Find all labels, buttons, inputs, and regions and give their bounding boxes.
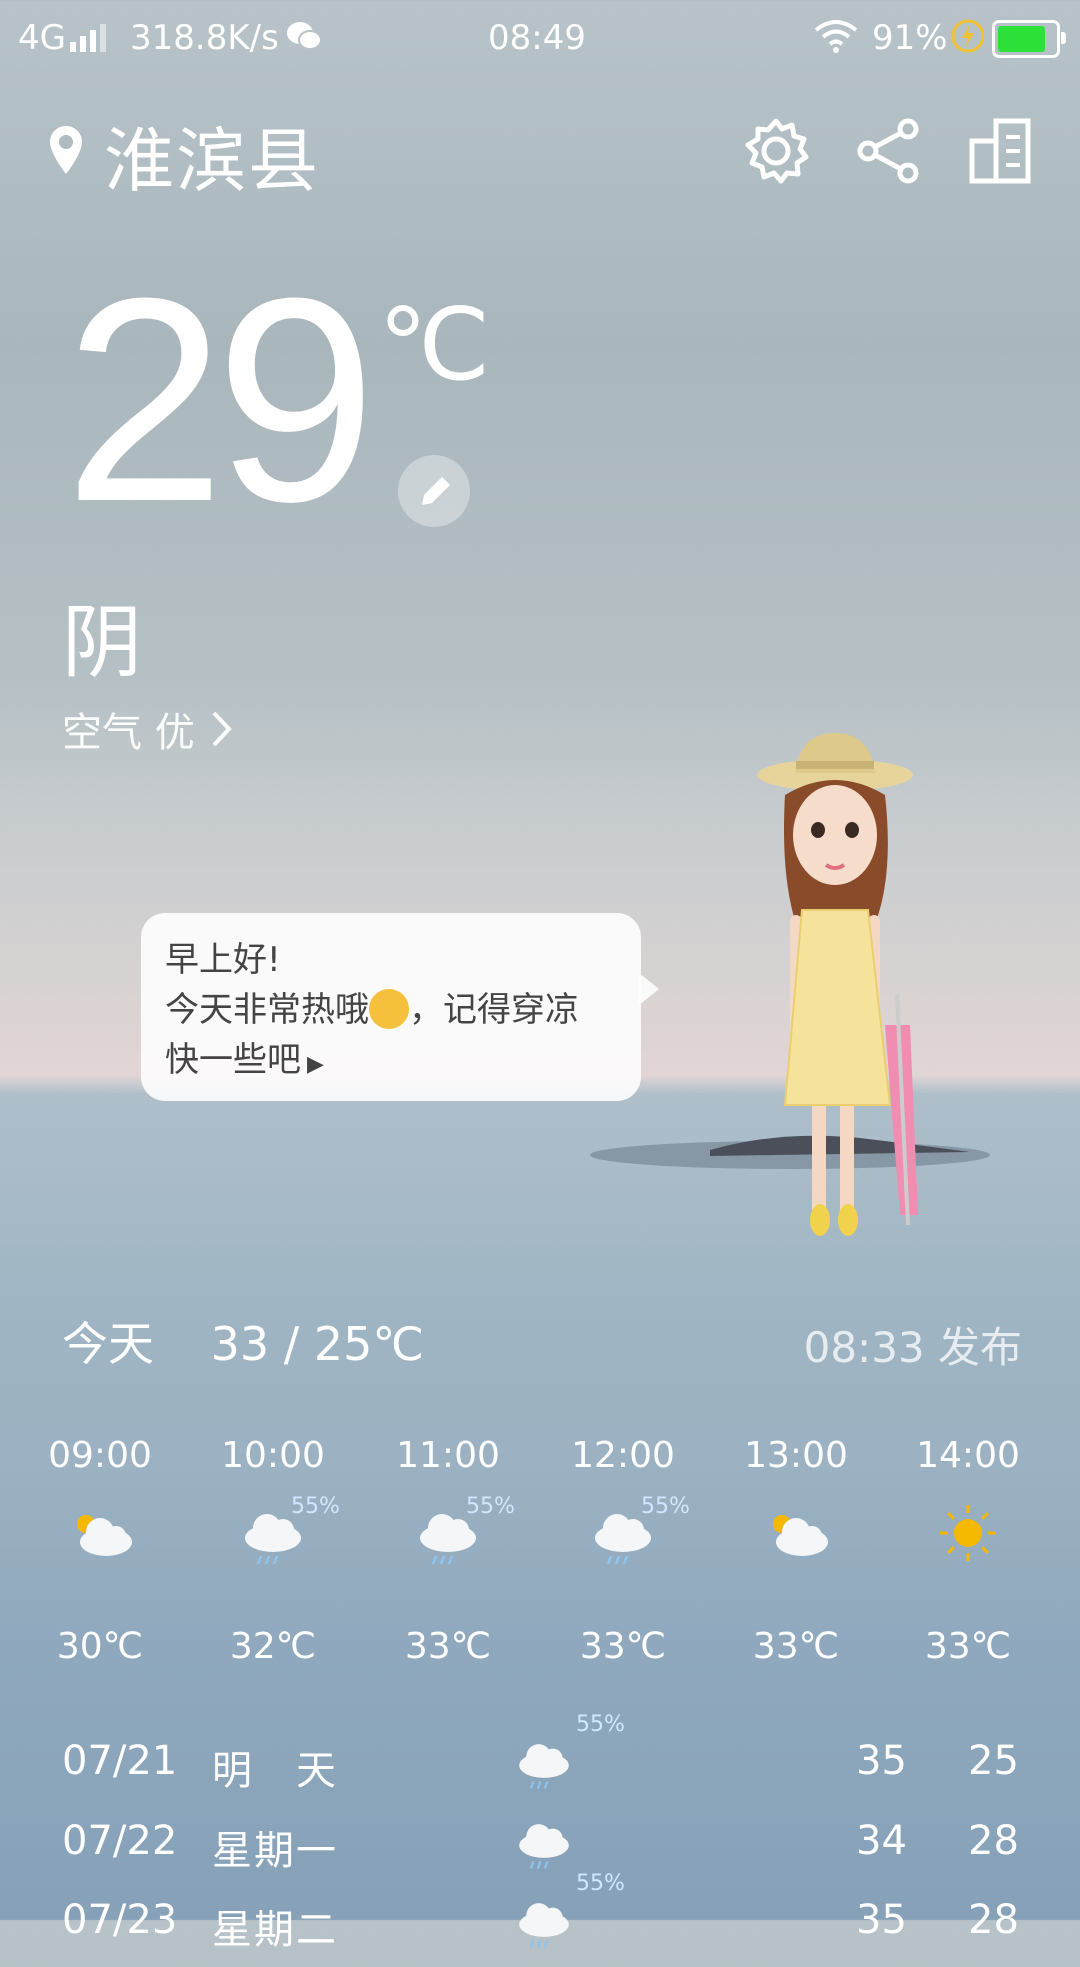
hour-temp: 33℃ <box>404 1626 492 1667</box>
current-temperature: 29 <box>64 238 377 562</box>
hour-time: 12:00 <box>571 1435 675 1476</box>
day-high: 35 <box>856 1897 907 1943</box>
hour-column: 10:00 55% 32℃ <box>203 1435 343 1667</box>
character-illustration <box>757 733 918 1236</box>
today-range: 33 / 25℃ <box>210 1317 425 1371</box>
location-pin-icon <box>50 126 82 174</box>
hour-temp: 33℃ <box>924 1626 1012 1667</box>
greeting-line-3: 快一些吧 ▶ <box>165 1040 324 1080</box>
network-type: 4G <box>18 18 66 58</box>
day-low: 25 <box>968 1738 1019 1784</box>
hour-time: 13:00 <box>744 1435 848 1476</box>
hour-time: 09:00 <box>48 1435 152 1476</box>
wechat-icon <box>287 22 322 50</box>
daily-row[interactable]: 07/22 星期一 34 28 <box>62 1818 1022 1888</box>
precip-chance: 55% <box>576 1712 625 1737</box>
partly-cloudy-icon <box>77 1515 132 1556</box>
weather-condition: 阴 <box>62 596 142 689</box>
rain-cloud-icon <box>519 1824 569 1869</box>
hour-icon-wrap <box>30 1498 170 1578</box>
greeting-bubble[interactable]: 早上好! 今天非常热哦 ，记得穿凉 快一些吧 ▶ <box>141 913 659 1101</box>
gear-icon[interactable] <box>740 115 812 187</box>
day-low: 28 <box>968 1897 1019 1943</box>
day-weekday: 星期一 <box>212 1828 338 1874</box>
signal-icon <box>70 24 106 52</box>
greeting-line-2: 今天非常热哦 ，记得穿凉 <box>165 989 579 1030</box>
today-summary: 今天 33 / 25℃ 08:33 发布 <box>62 1308 1022 1372</box>
status-bar: 4G 318.8K/s 08:49 91% <box>0 0 1080 75</box>
battery-icon <box>992 20 1066 58</box>
rain-cloud-icon <box>519 1903 569 1948</box>
network-speed: 318.8K/s <box>130 18 279 58</box>
city-list-icon[interactable] <box>966 115 1038 187</box>
temperature-unit: ℃ <box>378 289 491 401</box>
play-triangle-icon: ▶ <box>307 1052 324 1077</box>
precip-chance: 55% <box>291 1494 340 1519</box>
daily-row[interactable]: 07/21 明 天 55% 35 25 <box>62 1712 1022 1808</box>
hour-column: 12:00 55% 33℃ <box>553 1435 693 1667</box>
greeting-line-1: 早上好! <box>165 940 281 980</box>
share-icon[interactable] <box>852 115 924 187</box>
day-weekday: 星期二 <box>212 1907 338 1953</box>
battery-percent: 91% <box>872 18 948 58</box>
hour-column: 14:00 33℃ <box>898 1435 1038 1667</box>
hour-time: 10:00 <box>221 1435 325 1476</box>
sun-icon <box>940 1505 996 1561</box>
hour-column: 13:00 33℃ <box>726 1435 866 1667</box>
published-time: 08:33 发布 <box>803 1323 1022 1372</box>
hour-temp: 32℃ <box>229 1626 317 1667</box>
hour-column: 11:00 55% 33℃ <box>378 1435 518 1667</box>
wifi-icon <box>814 20 858 53</box>
hour-temp: 30℃ <box>56 1626 144 1667</box>
day-low: 28 <box>968 1818 1019 1864</box>
air-quality-text: 空气 优 <box>62 710 195 756</box>
day-date: 07/23 <box>62 1897 178 1943</box>
pencil-icon <box>422 477 450 505</box>
rain-cloud-icon <box>519 1744 569 1789</box>
sad-face-icon <box>369 989 409 1029</box>
location-title[interactable]: 淮滨县 <box>104 105 320 206</box>
partly-cloudy-icon <box>773 1515 828 1556</box>
day-high: 34 <box>856 1818 907 1864</box>
hour-icon-wrap <box>726 1498 866 1578</box>
daily-row[interactable]: 07/23 星期二 55% 35 28 <box>62 1871 1022 1967</box>
hour-time: 14:00 <box>916 1435 1020 1476</box>
hour-temp: 33℃ <box>752 1626 840 1667</box>
hour-icon-wrap: 55% <box>553 1494 693 1578</box>
clock: 08:49 <box>488 18 586 58</box>
day-icon-wrap <box>508 1810 580 1882</box>
air-quality-link[interactable]: 空气 优 <box>62 700 233 758</box>
day-high: 35 <box>856 1738 907 1784</box>
precip-chance: 55% <box>576 1871 625 1896</box>
day-icon-wrap <box>508 1730 580 1802</box>
hour-column: 09:00 30℃ <box>30 1435 170 1667</box>
charging-icon <box>952 19 984 53</box>
precip-chance: 55% <box>466 1494 515 1519</box>
hour-time: 11:00 <box>396 1435 500 1476</box>
chevron-right-icon <box>212 711 232 747</box>
today-label: 今天 <box>62 1317 154 1371</box>
hour-icon-wrap: 55% <box>203 1494 343 1578</box>
day-icon-wrap <box>508 1889 580 1961</box>
hour-icon-wrap: 55% <box>378 1494 518 1578</box>
hour-icon-wrap <box>898 1498 1038 1578</box>
day-weekday: 明 天 <box>212 1748 338 1794</box>
day-date: 07/22 <box>62 1818 178 1864</box>
precip-chance: 55% <box>641 1494 690 1519</box>
day-date: 07/21 <box>62 1738 178 1784</box>
edit-button[interactable] <box>398 455 470 527</box>
hour-temp: 33℃ <box>579 1626 667 1667</box>
